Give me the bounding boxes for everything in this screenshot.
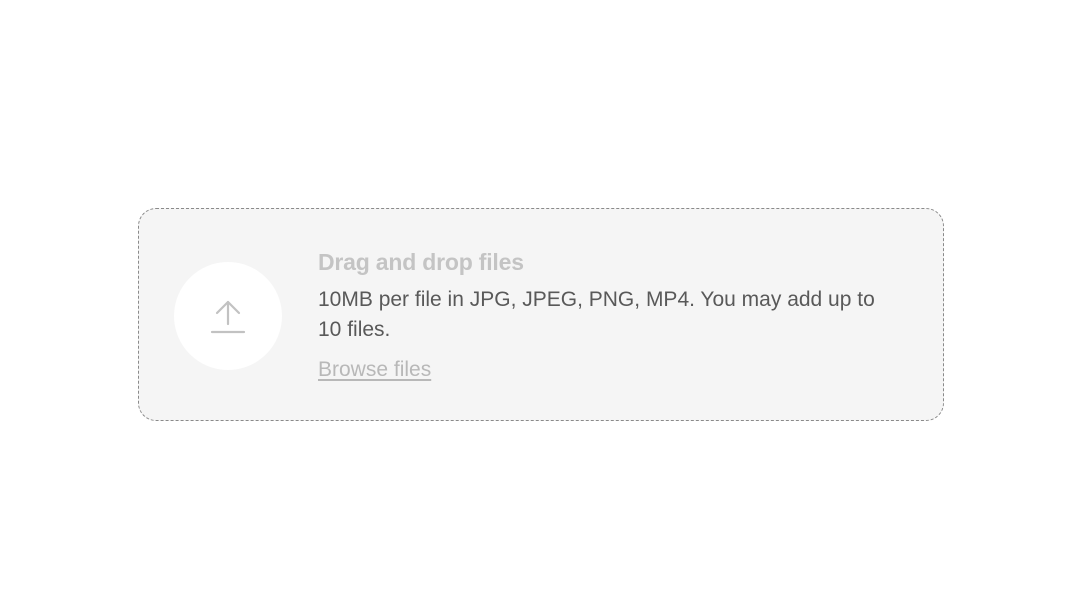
- dropzone-text: Drag and drop files 10MB per file in JPG…: [318, 247, 918, 384]
- file-dropzone[interactable]: Drag and drop files 10MB per file in JPG…: [138, 208, 944, 421]
- dropzone-title: Drag and drop files: [318, 249, 524, 275]
- page: Drag and drop files 10MB per file in JPG…: [0, 0, 1083, 600]
- dropzone-description: 10MB per file in JPG, JPEG, PNG, MP4. Yo…: [318, 288, 875, 341]
- upload-icon-circle: [174, 262, 282, 370]
- upload-icon: [210, 300, 246, 334]
- browse-files-link[interactable]: Browse files: [318, 356, 431, 384]
